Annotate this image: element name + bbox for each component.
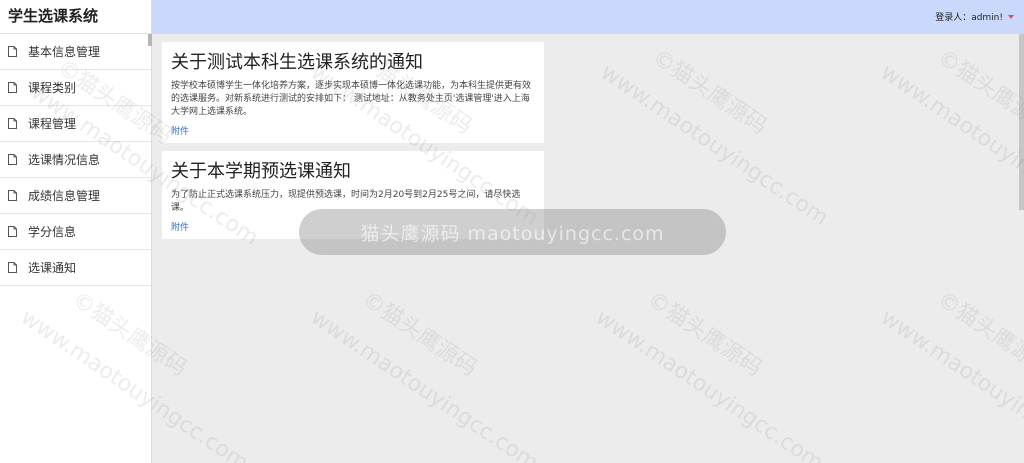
- notice-body: 按学校本硕博学生一体化培养方案，逐步实现本硕博一体化选课功能，为本科生提供更有效…: [171, 81, 532, 117]
- notice-title: 关于测试本科生选课系统的通知: [171, 52, 423, 73]
- sidebar-item-label: 课程管理: [28, 117, 77, 131]
- sidebar-item-label: 学分信息: [28, 225, 77, 239]
- notice-card: 关于测试本科生选课系统的通知 按学校本硕博学生一体化培养方案，逐步实现本硕博一体…: [162, 42, 544, 143]
- page-scrollbar[interactable]: [1019, 34, 1024, 210]
- file-icon: [8, 82, 17, 93]
- caret-down-icon: [1008, 14, 1014, 19]
- sidebar: 学生选课系统 基本信息管理 课程类别 课程管理 选课情况信息 成绩信息管理 学分…: [0, 0, 152, 463]
- file-icon: [8, 226, 17, 237]
- sidebar-item-selection-info[interactable]: 选课情况信息: [0, 142, 151, 178]
- sidebar-item-course-category[interactable]: 课程类别: [0, 70, 151, 106]
- sidebar-item-label: 基本信息管理: [28, 45, 101, 59]
- sidebar-item-basic-info[interactable]: 基本信息管理: [0, 34, 151, 70]
- user-menu[interactable]: 登录人：admin!: [935, 10, 1014, 23]
- watermark-text: www.maotouyingcc.com: [596, 60, 833, 231]
- sidebar-item-selection-notice[interactable]: 选课通知: [0, 250, 151, 286]
- top-header: 登录人：admin!: [152, 0, 1024, 34]
- sidebar-item-course-management[interactable]: 课程管理: [0, 106, 151, 142]
- watermark-text: ©猫头鹰源码: [932, 44, 1024, 140]
- watermark-toast: 猫头鹰源码 maotouyingcc.com: [299, 209, 726, 255]
- file-icon: [8, 118, 17, 129]
- watermark-text: ©猫头鹰源码: [642, 286, 767, 382]
- sidebar-item-grade-management[interactable]: 成绩信息管理: [0, 178, 151, 214]
- user-label: 登录人：admin!: [935, 13, 1003, 23]
- sidebar-item-label: 成绩信息管理: [28, 189, 101, 203]
- sidebar-item-label: 选课通知: [28, 261, 77, 275]
- watermark-text: www.maotouyingcc.com: [876, 305, 1024, 463]
- sidebar-item-label: 课程类别: [28, 81, 77, 95]
- watermark-text: ©猫头鹰源码: [932, 286, 1024, 382]
- file-icon: [8, 154, 17, 165]
- attachment-link[interactable]: 附件: [171, 222, 189, 235]
- sidebar-item-credit-info[interactable]: 学分信息: [0, 214, 151, 250]
- watermark-text: ©猫头鹰源码: [647, 44, 772, 140]
- file-icon: [8, 190, 17, 201]
- file-icon: [8, 46, 17, 57]
- attachment-link[interactable]: 附件: [171, 126, 189, 139]
- app-title: 学生选课系统: [0, 0, 151, 34]
- sidebar-item-label: 选课情况信息: [28, 153, 101, 167]
- watermark-text: www.maotouyingcc.com: [876, 60, 1024, 231]
- watermark-text: www.maotouyingcc.com: [306, 305, 543, 463]
- watermark-text: www.maotouyingcc.com: [591, 305, 828, 463]
- sidebar-scrollbar[interactable]: [148, 34, 152, 46]
- watermark-text: ©猫头鹰源码: [357, 286, 482, 382]
- file-icon: [8, 262, 17, 273]
- notice-title: 关于本学期预选课通知: [171, 161, 351, 182]
